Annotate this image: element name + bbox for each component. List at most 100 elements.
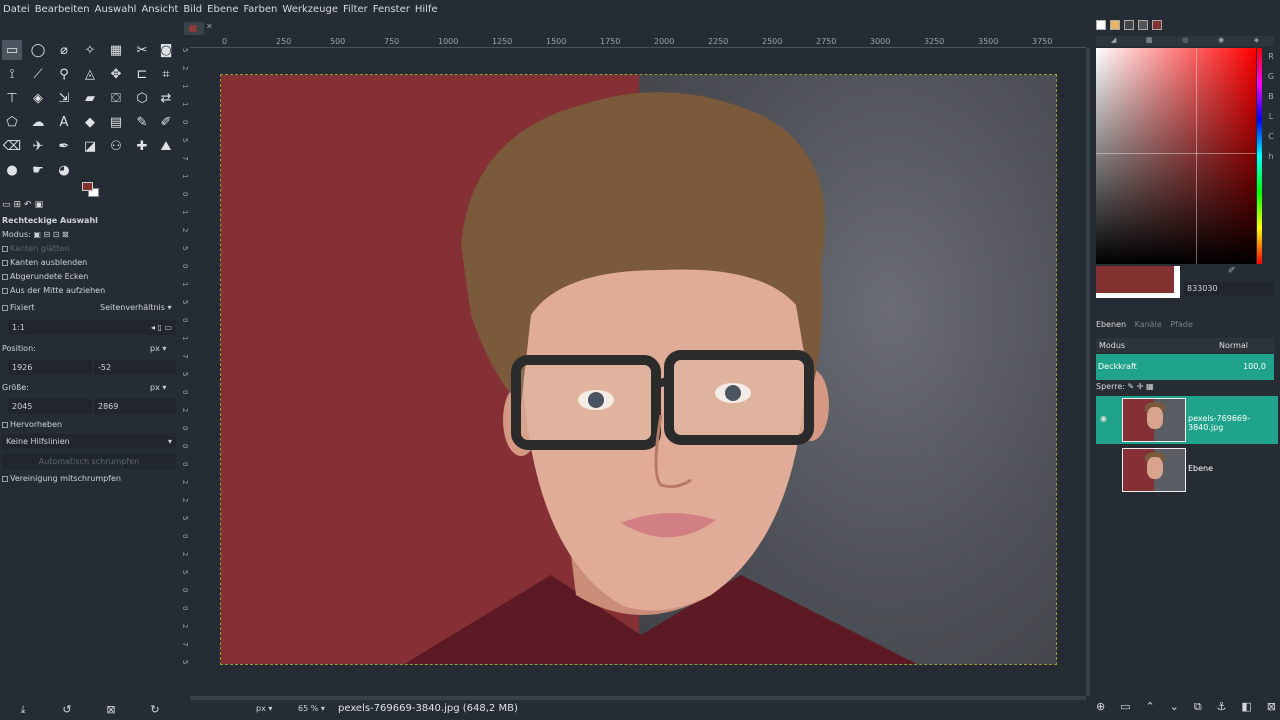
blur-icon[interactable]: ● — [2, 160, 22, 180]
merge-shrink-checkbox[interactable] — [2, 476, 8, 482]
zoom-icon[interactable]: ⚲ — [54, 64, 74, 84]
hex-color-input[interactable]: 833030 — [1184, 282, 1274, 296]
merge-shrink-option[interactable]: Vereinigung mitschrumpfen — [2, 474, 121, 483]
current-color-swatch[interactable] — [1096, 266, 1180, 298]
shear-icon[interactable]: ▰ — [80, 88, 100, 108]
clone-icon[interactable]: ⚇ — [106, 136, 126, 156]
close-icon[interactable]: ✕ — [206, 22, 213, 31]
save-options-icon[interactable]: ⤓ — [16, 703, 30, 717]
crop-icon[interactable]: ⌗ — [156, 64, 176, 84]
fixed-select[interactable]: Seitenverhältnis ▾ — [96, 300, 176, 315]
layer-mode-row[interactable]: Modus Normal — [1096, 338, 1274, 353]
guides-select[interactable]: Keine Hilfslinien ▾ — [2, 434, 176, 449]
unified-transform-icon[interactable]: ⊤ — [2, 88, 22, 108]
by-color-select-icon[interactable]: ▦ — [106, 40, 126, 60]
tool-options-tabs-icon[interactable]: ▭⊞↶▣ — [2, 200, 46, 210]
lower-layer-icon[interactable]: ⌄ — [1170, 700, 1179, 716]
size-unit-select[interactable]: px ▾ — [146, 380, 176, 395]
layer-row[interactable]: Ebene — [1096, 446, 1278, 494]
lock-pixels-icon[interactable]: ✎ — [1128, 382, 1135, 391]
fg-bg-tab-icon[interactable] — [1096, 20, 1106, 30]
pencil-icon[interactable]: ✎ — [132, 112, 152, 132]
colors-tab-icon[interactable] — [1152, 20, 1162, 30]
menu-datei[interactable]: Datei — [3, 4, 30, 15]
channel-l-button[interactable]: L — [1265, 112, 1277, 132]
menu-farben[interactable]: Farben — [243, 4, 277, 15]
airbrush-icon[interactable]: ✈ — [28, 136, 48, 156]
restore-icon[interactable]: ↺ — [60, 703, 74, 717]
feather-option[interactable]: Kanten ausblenden — [2, 258, 87, 267]
duplicate-layer-icon[interactable]: ⧉ — [1194, 700, 1202, 716]
highlight-checkbox[interactable] — [2, 422, 8, 428]
channel-r-button[interactable]: R — [1265, 52, 1277, 72]
expand-center-option[interactable]: Aus der Mitte aufziehen — [2, 286, 105, 295]
new-group-icon[interactable]: ▭ — [1120, 700, 1130, 716]
highlight-option[interactable]: Hervorheben — [2, 420, 62, 429]
ratio-field[interactable]: 1:1 ◂ ▯ ▭ — [8, 320, 176, 335]
align-icon[interactable]: ⊏ — [132, 64, 152, 84]
fg-bg-color-swatch[interactable] — [82, 182, 100, 198]
menu-hilfe[interactable]: Hilfe — [415, 4, 438, 15]
dodge-burn-icon[interactable]: ◕ — [54, 160, 74, 180]
reset-icon[interactable]: ↻ — [148, 703, 162, 717]
canvas-area[interactable] — [190, 48, 1086, 696]
lock-alpha-icon[interactable]: ▦ — [1146, 382, 1154, 391]
menu-filter[interactable]: Filter — [343, 4, 368, 15]
rounded-option[interactable]: Abgerundete Ecken — [2, 272, 88, 281]
tab-channels[interactable]: Kanäle — [1135, 320, 1162, 329]
opacity-value[interactable]: 100,0 — [1243, 362, 1266, 371]
menu-bild[interactable]: Bild — [183, 4, 202, 15]
menu-fenster[interactable]: Fenster — [373, 4, 410, 15]
tab-layers[interactable]: Ebenen — [1096, 320, 1126, 329]
raise-layer-icon[interactable]: ⌃ — [1146, 700, 1155, 716]
auto-shrink-button[interactable]: Automatisch schrumpfen — [2, 454, 176, 469]
menu-werkzeuge[interactable]: Werkzeuge — [282, 4, 338, 15]
menu-auswahl[interactable]: Auswahl — [95, 4, 137, 15]
foreground-color-icon[interactable] — [82, 182, 93, 191]
flip-icon[interactable]: ⇄ — [156, 88, 176, 108]
scale-icon[interactable]: ⇲ — [54, 88, 74, 108]
eraser-icon[interactable]: ⌫ — [2, 136, 22, 156]
gradient-icon[interactable]: ▤ — [106, 112, 126, 132]
rounded-checkbox[interactable] — [2, 274, 8, 280]
layer-mode-select[interactable]: Normal — [1219, 341, 1248, 350]
mode-buttons-icon[interactable]: ▣ ⊟ ⊡ ⊠ — [33, 230, 68, 239]
ink-icon[interactable]: ✒ — [54, 136, 74, 156]
antialias-checkbox[interactable] — [2, 246, 8, 252]
color-picker-icon[interactable]: ⟋ — [28, 64, 48, 84]
rotate-icon[interactable]: ◈ — [28, 88, 48, 108]
fonts-tab-icon[interactable] — [1124, 20, 1134, 30]
tab-paths[interactable]: Pfade — [1170, 320, 1193, 329]
color-sv-square[interactable] — [1096, 48, 1256, 264]
color-picker-tabs[interactable]: ◢ ▦ ◎ ◉ ◈ — [1096, 36, 1274, 46]
opacity-slider[interactable]: Deckkraft 100,0 — [1096, 354, 1274, 380]
fixed-checkbox[interactable] — [2, 305, 8, 311]
channel-c-button[interactable]: C — [1265, 132, 1277, 152]
channel-h-button[interactable]: h — [1265, 152, 1277, 172]
paths-icon[interactable]: ⟟ — [2, 64, 22, 84]
feather-checkbox[interactable] — [2, 260, 8, 266]
text-icon[interactable]: A — [54, 112, 74, 132]
mypaint-brush-icon[interactable]: ◪ — [80, 136, 100, 156]
layer-name[interactable]: Ebene — [1188, 464, 1213, 473]
fixed-option[interactable]: Fixiert — [2, 303, 35, 312]
lasso-icon[interactable]: ⌀ — [54, 40, 74, 60]
channel-g-button[interactable]: G — [1265, 72, 1277, 92]
ellipse-select-icon[interactable]: ◯ — [28, 40, 48, 60]
foreground-select-icon[interactable]: ◙ — [156, 40, 176, 60]
anchor-layer-icon[interactable]: ⚓ — [1217, 700, 1227, 716]
position-unit-select[interactable]: px ▾ — [146, 341, 176, 356]
heal-icon[interactable]: ✚ — [132, 136, 152, 156]
scissors-icon[interactable]: ✂ — [132, 40, 152, 60]
menu-ebene[interactable]: Ebene — [207, 4, 238, 15]
delete-layer-icon[interactable]: ⊠ — [1267, 700, 1276, 716]
horizontal-ruler[interactable]: 0 250 500 750 1000 1250 1500 1750 2000 2… — [190, 36, 1086, 48]
image-tab-thumbnail[interactable] — [184, 22, 204, 35]
size-width-input[interactable]: 2045 — [8, 399, 92, 414]
perspective-icon[interactable]: ⛋ — [106, 88, 126, 108]
zoom-select[interactable]: 65 % ▾ — [298, 704, 325, 713]
smudge-icon[interactable]: ☛ — [28, 160, 48, 180]
paintbrush-icon[interactable]: ✐ — [156, 112, 176, 132]
layer-name[interactable]: pexels-769669-3840.jpg — [1188, 414, 1278, 432]
lock-position-icon[interactable]: ✛ — [1137, 382, 1144, 391]
